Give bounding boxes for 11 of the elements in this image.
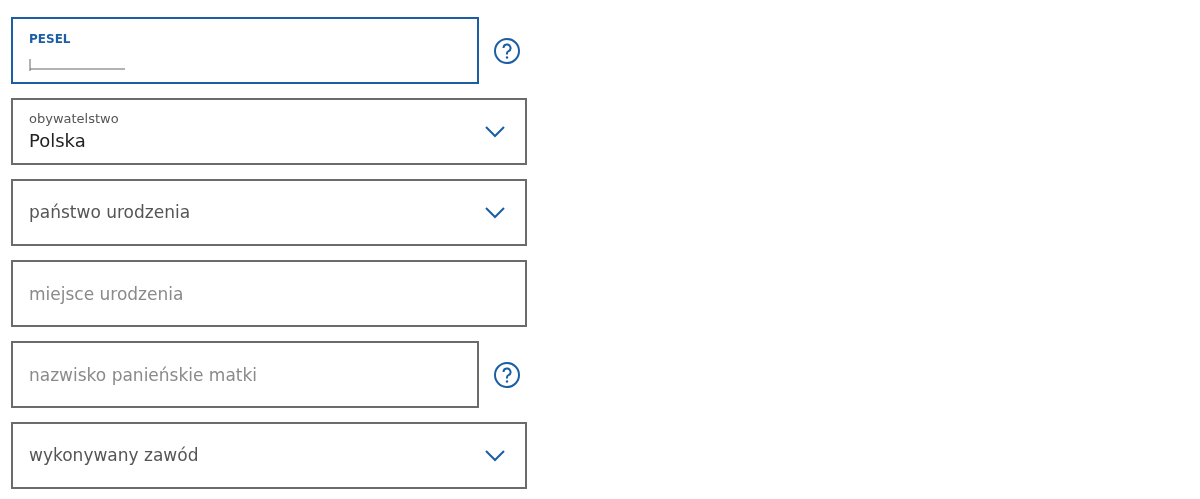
input-field[interactable]: nazwisko panieńskie matki [11, 341, 479, 408]
select-field[interactable]: państwo urodzenia [11, 179, 527, 246]
select-field[interactable]: obywatelstwo Polska [11, 98, 527, 165]
help-icon[interactable] [493, 360, 521, 389]
input-field[interactable]: miejsce urodzenia [11, 260, 527, 327]
help-icon[interactable] [493, 36, 521, 65]
input-field[interactable]: PESEL [11, 17, 479, 84]
chevron-down-icon [485, 449, 505, 462]
chevron-down-icon [485, 206, 505, 219]
chevron-down-icon [485, 125, 505, 138]
select-field[interactable]: wykonywany zawód [11, 422, 527, 489]
